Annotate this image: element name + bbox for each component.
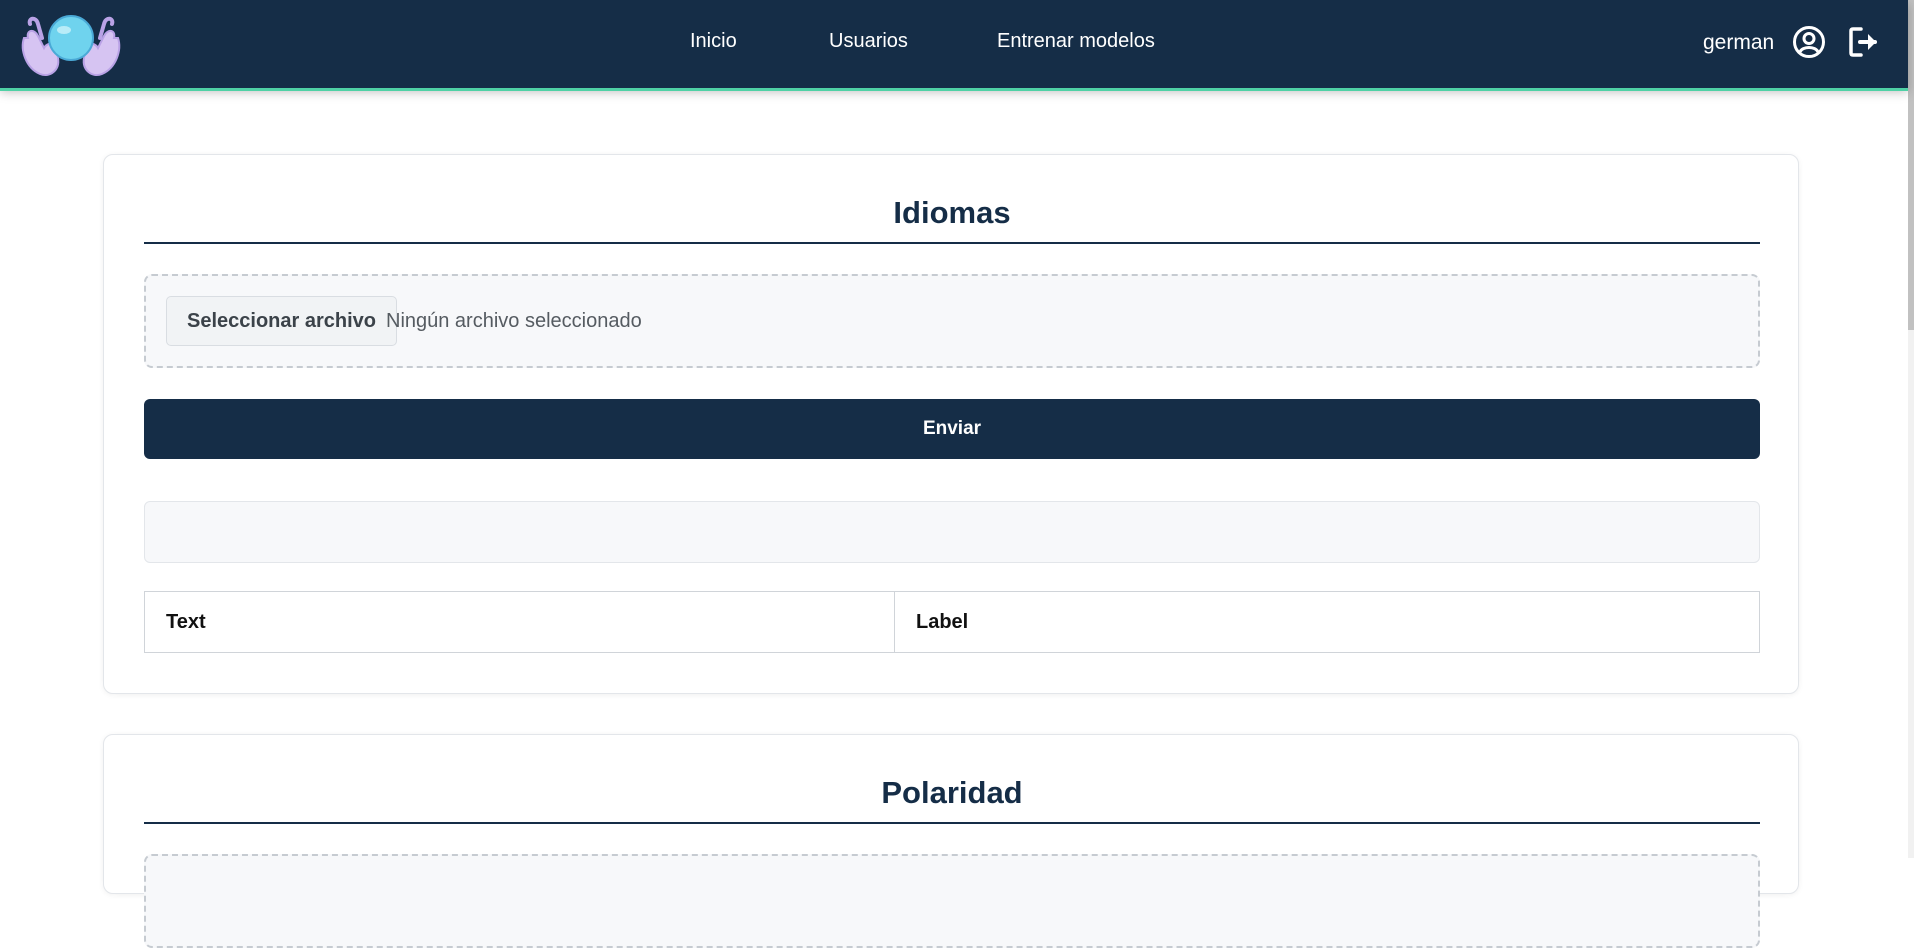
nav-link-entrenar-modelos[interactable]: Entrenar modelos (997, 30, 1155, 53)
table-header-row: Text Label (144, 591, 1760, 653)
submit-button[interactable]: Enviar (144, 399, 1760, 459)
nav-link-inicio[interactable]: Inicio (690, 30, 737, 53)
username-label: german (1703, 31, 1775, 54)
select-file-button[interactable]: Seleccionar archivo (166, 296, 397, 346)
section-title: Idiomas (893, 195, 1011, 230)
logout-icon[interactable] (1847, 25, 1881, 59)
top-navbar: Inicio Usuarios Entrenar modelos german (0, 0, 1908, 88)
file-dropzone[interactable] (144, 854, 1760, 948)
section-title: Polaridad (881, 775, 1023, 810)
title-divider (144, 822, 1760, 824)
idiomas-card: Idiomas Seleccionar archivo Ningún archi… (103, 154, 1799, 694)
file-status-text: Ningún archivo seleccionado (386, 310, 642, 332)
result-output-box (144, 501, 1760, 563)
title-divider (144, 242, 1760, 244)
app-logo[interactable] (16, 8, 126, 80)
results-table: Text Label (144, 591, 1760, 653)
scrollbar-thumb[interactable] (1908, 0, 1914, 330)
file-dropzone[interactable]: Seleccionar archivo Ningún archivo selec… (144, 274, 1760, 368)
page-scrollbar[interactable] (1908, 0, 1914, 858)
polaridad-card: Polaridad (103, 734, 1799, 948)
user-circle-icon[interactable] (1792, 25, 1826, 59)
column-header-label: Label (894, 591, 1760, 653)
nav-link-usuarios[interactable]: Usuarios (829, 30, 908, 53)
column-header-text: Text (144, 591, 895, 653)
